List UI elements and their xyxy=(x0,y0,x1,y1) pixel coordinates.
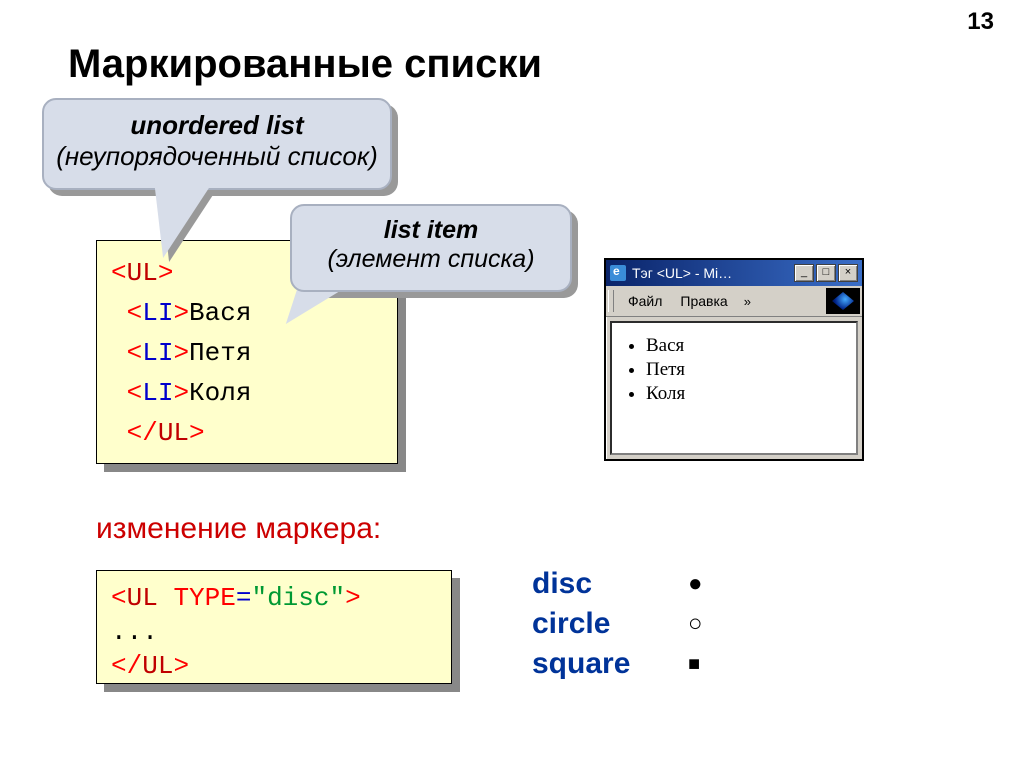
code-line: <LI>Петя xyxy=(111,333,383,373)
legend-row: square ■ xyxy=(532,644,703,684)
legend-label-square: square xyxy=(532,647,688,681)
code-line: <UL TYPE="disc"> xyxy=(111,581,437,615)
circle-icon: ○ xyxy=(688,610,703,638)
ie-icon xyxy=(610,265,626,281)
marker-legend: disc ● circle ○ square ■ xyxy=(532,564,703,684)
disc-icon: ● xyxy=(688,570,703,598)
callout-line: (неупорядоченный список) xyxy=(44,141,390,172)
toolbar-grip xyxy=(608,290,614,312)
subheading-marker-change: изменение маркера: xyxy=(96,512,381,546)
close-button[interactable]: × xyxy=(838,264,858,282)
browser-window: Тэг <UL> - Mi… _ □ × Файл Правка » Вася … xyxy=(604,258,864,461)
legend-label-disc: disc xyxy=(532,567,688,601)
throbber-icon xyxy=(826,288,860,314)
callout-tail xyxy=(145,188,209,258)
legend-row: disc ● xyxy=(532,564,703,604)
menu-edit[interactable]: Правка xyxy=(672,291,735,311)
code-line: </UL> xyxy=(111,649,437,683)
square-icon: ■ xyxy=(688,653,700,676)
list-item: Коля xyxy=(646,383,850,405)
page-title: Маркированные списки xyxy=(68,42,542,87)
rendered-list: Вася Петя Коля xyxy=(646,335,850,405)
list-item: Петя xyxy=(646,359,850,381)
window-title: Тэг <UL> - Mi… xyxy=(632,265,794,281)
callout-list-item: list item (элемент списка) xyxy=(290,204,572,292)
callout-line: unordered list xyxy=(44,110,390,141)
menu-file[interactable]: Файл xyxy=(620,291,670,311)
page-number: 13 xyxy=(967,8,994,36)
callout-unordered-list: unordered list (неупорядоченный список) xyxy=(42,98,392,190)
callout-line: (элемент списка) xyxy=(292,245,570,274)
code-line: </UL> xyxy=(111,413,383,453)
callout-line: list item xyxy=(292,216,570,245)
menubar: Файл Правка » xyxy=(606,286,862,317)
maximize-button[interactable]: □ xyxy=(816,264,836,282)
menu-overflow[interactable]: » xyxy=(738,292,757,311)
titlebar: Тэг <UL> - Mi… _ □ × xyxy=(606,260,862,286)
legend-row: circle ○ xyxy=(532,604,703,644)
list-item: Вася xyxy=(646,335,850,357)
browser-viewport: Вася Петя Коля xyxy=(610,321,858,455)
code-example-type: <UL TYPE="disc"> ... </UL> xyxy=(96,570,452,684)
code-line: ... xyxy=(111,615,437,649)
code-line: <LI>Коля xyxy=(111,373,383,413)
legend-label-circle: circle xyxy=(532,607,688,641)
minimize-button[interactable]: _ xyxy=(794,264,814,282)
